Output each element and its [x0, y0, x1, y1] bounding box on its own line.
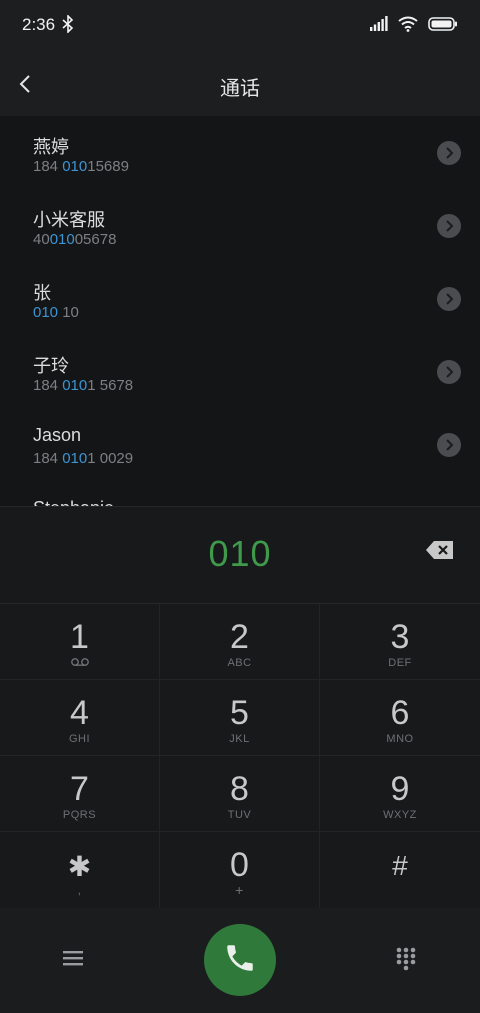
contact-name: 张 [33, 283, 51, 303]
contact-row[interactable]: 张 010 10 [0, 262, 480, 335]
dialpad-icon[interactable] [395, 946, 417, 972]
key-star[interactable]: ✱ , [0, 832, 160, 908]
contact-name: 小米客服 [33, 210, 105, 230]
bottom-action-bar [0, 908, 480, 1013]
dial-keypad: 1 2 ABC 3 DEF 4 GHI 5 JKL 6 MNO 7 PQRS 8… [0, 604, 480, 908]
key-4[interactable]: 4 GHI [0, 680, 160, 756]
contact-row[interactable]: 小米客服 4001005678 [0, 189, 480, 262]
key-7[interactable]: 7 PQRS [0, 756, 160, 832]
key-6[interactable]: 6 MNO [320, 680, 480, 756]
dialed-number-display: 010 [0, 506, 480, 604]
contact-row[interactable]: Jason 184 0101 0029 [0, 408, 480, 481]
status-time: 2:36 [22, 15, 56, 34]
chevron-right-icon[interactable] [437, 433, 461, 457]
key-8[interactable]: 8 TUV [160, 756, 320, 832]
battery-icon [428, 17, 458, 36]
key-1[interactable]: 1 [0, 604, 160, 680]
chevron-right-icon[interactable] [437, 287, 461, 311]
contact-number: 010 10 [33, 304, 79, 321]
voicemail-icon [0, 657, 159, 670]
contact-row[interactable]: 燕婷 184 01015689 [0, 116, 480, 189]
contact-name: 燕婷 [33, 137, 69, 157]
chevron-right-icon[interactable] [437, 141, 461, 165]
key-9[interactable]: 9 WXYZ [320, 756, 480, 832]
contact-row[interactable]: Stephanie [0, 481, 480, 506]
contact-row[interactable]: 子玲 184 0101 5678 [0, 335, 480, 408]
key-hash[interactable]: # [320, 832, 480, 908]
wifi-icon [398, 16, 418, 37]
page-title: 通话 [220, 78, 260, 100]
contact-number: 184 01015689 [33, 158, 129, 175]
contact-results-list: 燕婷 184 01015689 小米客服 4001005678 张 010 10… [0, 116, 480, 506]
key-3[interactable]: 3 DEF [320, 604, 480, 680]
call-button[interactable] [204, 924, 276, 996]
phone-icon [223, 941, 257, 980]
chevron-right-icon[interactable] [437, 214, 461, 238]
backspace-icon[interactable] [425, 539, 455, 561]
menu-icon[interactable] [62, 948, 84, 968]
dialed-digits: 010 [208, 533, 272, 574]
key-2[interactable]: 2 ABC [160, 604, 320, 680]
chevron-right-icon[interactable] [437, 360, 461, 384]
contact-number: 184 0101 5678 [33, 377, 134, 394]
bluetooth-icon [62, 14, 74, 38]
contact-name: Stephanie [33, 498, 114, 506]
signal-icon [370, 16, 388, 37]
contact-number: 4001005678 [33, 231, 117, 248]
key-0[interactable]: 0 + [160, 832, 320, 908]
status-bar: 2:36 [0, 0, 480, 52]
contact-name: 子玲 [33, 356, 69, 376]
contact-name: Jason [33, 425, 82, 445]
app-header: 通话 [0, 52, 480, 116]
key-5[interactable]: 5 JKL [160, 680, 320, 756]
contact-number: 184 0101 0029 [33, 450, 134, 467]
